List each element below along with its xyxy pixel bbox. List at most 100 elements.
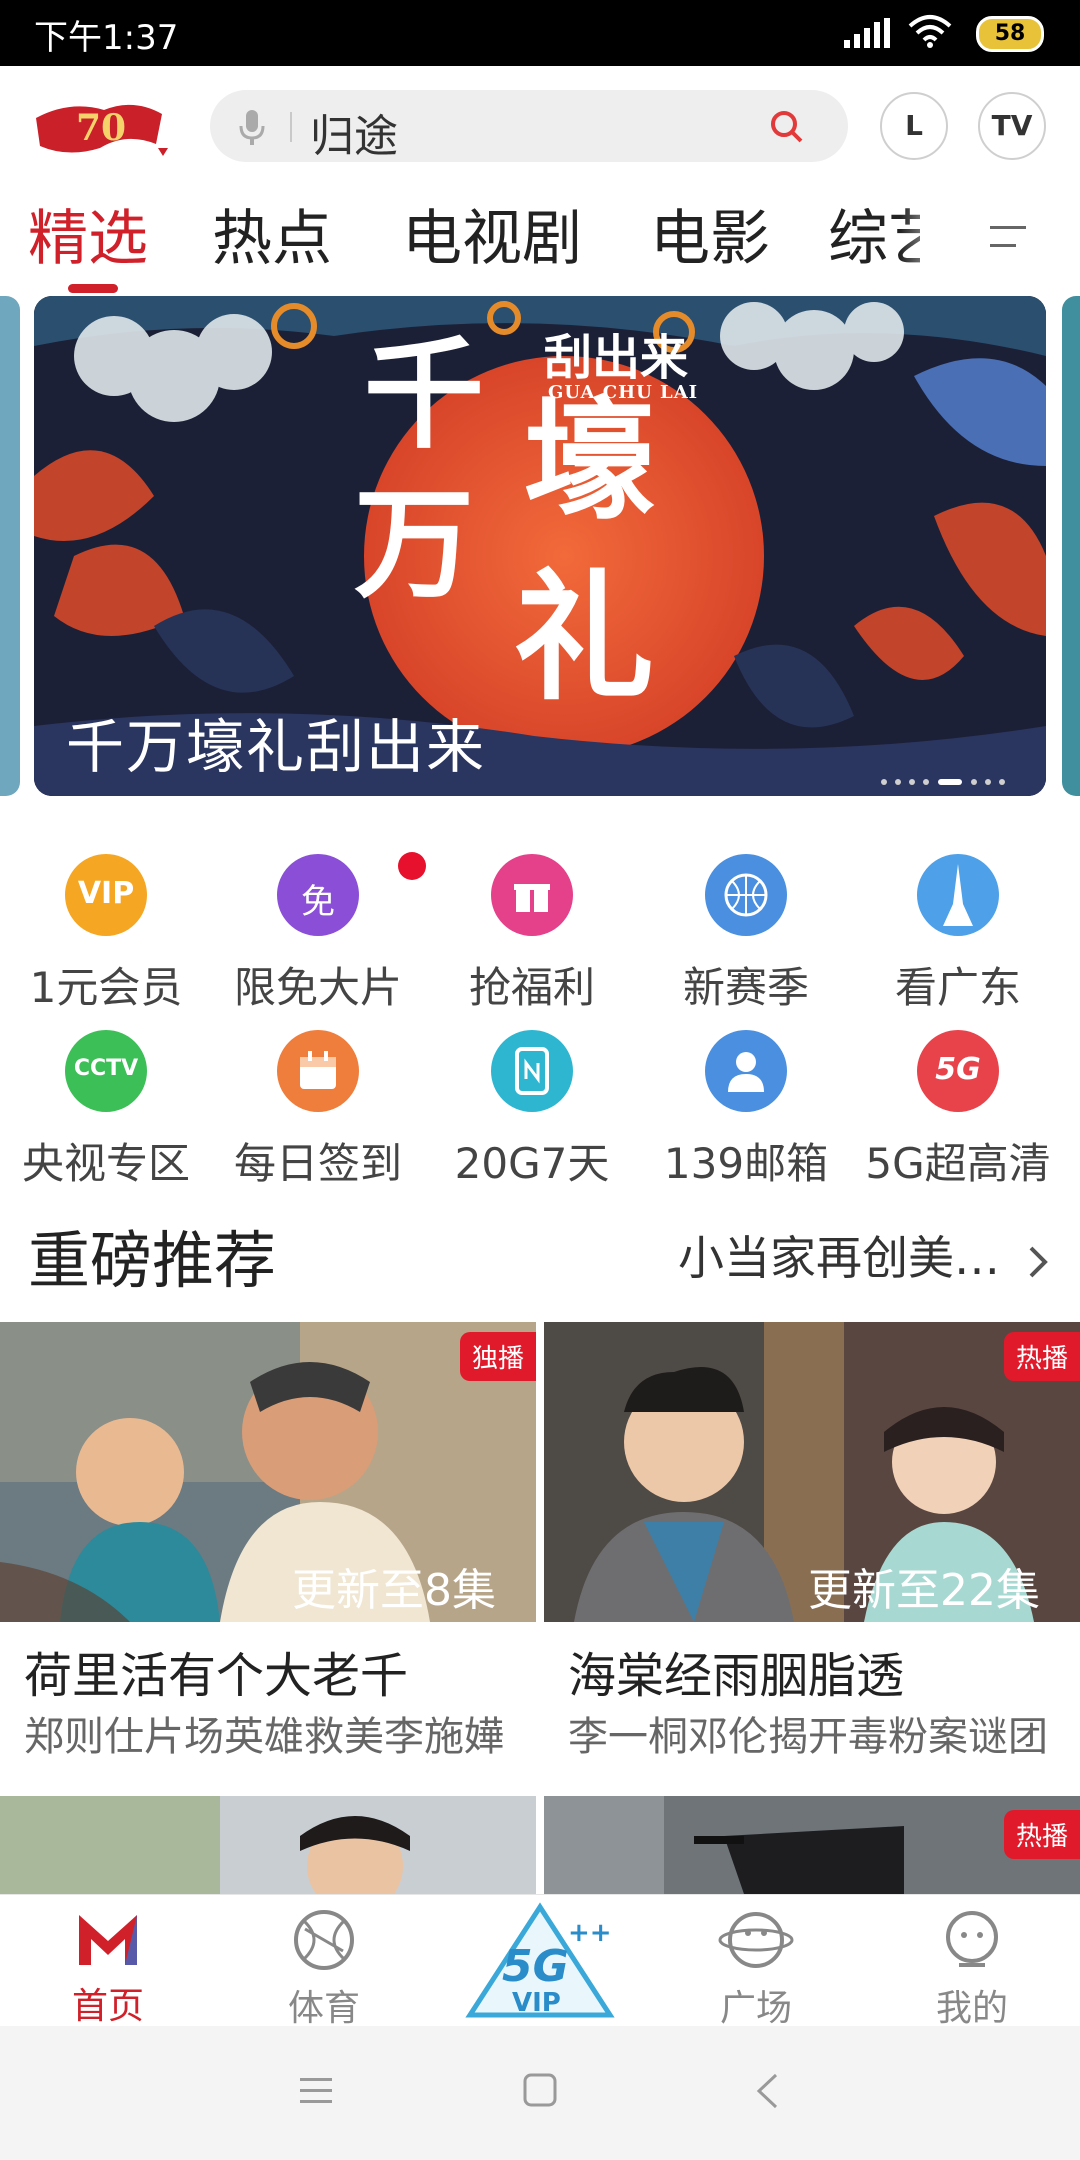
- banner-prev-peek[interactable]: [0, 296, 20, 796]
- episode-status: 更新至8集: [292, 1565, 496, 1616]
- grid-label: 5G超高清: [865, 1139, 1051, 1188]
- app-logo-icon[interactable]: 70: [30, 88, 170, 168]
- tab-featured[interactable]: 精选: [28, 190, 148, 277]
- profile-icon: [946, 1911, 998, 1967]
- nav-plaza[interactable]: 广场: [676, 1909, 836, 2031]
- nav-label: 我的: [935, 1988, 1008, 2029]
- svg-text:刮出来: 刮出来: [544, 330, 688, 386]
- tv-cast-button[interactable]: TV: [978, 92, 1046, 160]
- basketball-icon: [705, 854, 787, 936]
- 5g-vip-icon: 5G ++ VIP: [465, 1902, 615, 2018]
- battery-indicator: 58: [976, 16, 1044, 52]
- guangdong-icon: [917, 854, 999, 936]
- status-time: 下午1:37: [34, 18, 179, 58]
- video-card-thumbnail[interactable]: 热播: [544, 1796, 1080, 1894]
- tab-movie[interactable]: 电影: [650, 190, 770, 277]
- section-more-label: 小当家再创美…: [678, 1231, 1000, 1285]
- grid-item-5g-hd[interactable]: 5G 5G超高清: [858, 1030, 1058, 1191]
- vip-icon: VIP: [65, 854, 147, 936]
- video-card-thumbnail[interactable]: 热播 更新至22集: [544, 1322, 1080, 1622]
- thumbnail-art: [0, 1796, 536, 1894]
- notification-dot: [398, 852, 426, 880]
- microphone-icon[interactable]: [238, 110, 266, 146]
- video-subtitle: 李一桐邓伦揭开毒粉案谜团: [568, 1714, 1048, 1760]
- data-icon: [491, 1030, 573, 1112]
- section-more-link[interactable]: 小当家再创美…: [678, 1222, 1051, 1288]
- nav-home[interactable]: 首页: [28, 1909, 188, 2029]
- banner-caption: 千万壕礼刮出来: [66, 713, 487, 781]
- exclusive-tag: 独播: [459, 1332, 536, 1381]
- back-icon[interactable]: [754, 2072, 780, 2110]
- bottom-navigation: 首页 体育 5G ++ VIP 广场 我的: [0, 1894, 1080, 2029]
- grid-label: 央视专区: [21, 1139, 190, 1188]
- nav-profile[interactable]: 我的: [892, 1909, 1052, 2031]
- tab-hot[interactable]: 热点: [212, 190, 332, 277]
- hot-tag: 热播: [1003, 1332, 1080, 1381]
- system-navigation-bar: [0, 2026, 1080, 2160]
- svg-text:70: 70: [76, 107, 126, 149]
- grid-item-guangdong[interactable]: 看广东: [858, 854, 1058, 1015]
- nav-label: 首页: [71, 1986, 144, 2027]
- video-title[interactable]: 荷里活有个大老千: [24, 1636, 408, 1706]
- banner-pagination: [881, 779, 1005, 785]
- svg-text:万: 万: [354, 474, 474, 615]
- home-logo-icon: [79, 1915, 137, 1965]
- grid-label: 1元会员: [29, 963, 183, 1012]
- channel-menu-icon[interactable]: [986, 222, 1030, 252]
- tab-fade: [900, 182, 960, 272]
- home-button-icon[interactable]: [522, 2072, 558, 2108]
- video-card-thumbnail[interactable]: [0, 1796, 536, 1894]
- video-subtitle: 郑则仕片场英雄救美李施嬅: [24, 1714, 504, 1760]
- checkin-icon: [277, 1030, 359, 1112]
- svg-text:千: 千: [364, 324, 484, 465]
- nav-sports[interactable]: 体育: [244, 1909, 404, 2031]
- active-tab-indicator: [68, 284, 118, 293]
- search-input[interactable]: 归途: [310, 100, 398, 164]
- gift-icon: [491, 854, 573, 936]
- grid-item-checkin[interactable]: 每日签到: [218, 1030, 418, 1191]
- svg-text:++: ++: [568, 1918, 612, 1948]
- video-card-thumbnail[interactable]: 独播 更新至8集: [0, 1322, 536, 1622]
- signal-icon: [844, 18, 890, 48]
- basketball-icon: [294, 1910, 354, 1970]
- search-divider: [290, 112, 292, 142]
- search-bar[interactable]: 归途: [210, 90, 848, 162]
- recent-apps-icon[interactable]: [298, 2074, 334, 2108]
- tab-tv-series[interactable]: 电视剧: [402, 190, 582, 277]
- planet-icon: [718, 1912, 794, 1968]
- cctv-icon: CCTV: [65, 1030, 147, 1112]
- svg-text:GUA CHU LAI: GUA CHU LAI: [548, 382, 698, 403]
- grid-item-welfare[interactable]: 抢福利: [432, 854, 632, 1015]
- grid-item-data-pack[interactable]: 20G7天: [432, 1030, 632, 1191]
- episode-status: 更新至22集: [808, 1565, 1040, 1616]
- status-bar: 下午1:37 58: [0, 0, 1080, 66]
- history-button[interactable]: L: [880, 92, 948, 160]
- grid-label: 限免大片: [233, 963, 402, 1012]
- grid-label: 20G7天: [454, 1139, 610, 1188]
- grid-item-new-season[interactable]: 新赛季: [646, 854, 846, 1015]
- grid-item-vip[interactable]: VIP 1元会员: [6, 854, 206, 1015]
- svg-text:壕: 壕: [524, 384, 655, 537]
- grid-item-cctv[interactable]: CCTV 央视专区: [6, 1030, 206, 1191]
- grid-label: 139邮箱: [663, 1139, 829, 1188]
- grid-label: 每日签到: [233, 1139, 402, 1188]
- svg-text:5G: 5G: [502, 1941, 569, 1992]
- banner-next-peek[interactable]: [1062, 296, 1080, 796]
- svg-text:VIP: VIP: [512, 1988, 561, 2018]
- grid-item-free-movies[interactable]: 免 限免大片: [218, 854, 418, 1015]
- nav-label: 体育: [287, 1988, 360, 2029]
- thumbnail-art: [544, 1796, 1080, 1894]
- grid-label: 新赛季: [682, 963, 809, 1012]
- 5g-icon: 5G: [917, 1030, 999, 1112]
- section-title: 重磅推荐: [28, 1224, 277, 1297]
- search-icon[interactable]: [770, 110, 804, 144]
- nav-label: 广场: [719, 1988, 792, 2029]
- nav-5g-vip[interactable]: 5G ++ VIP: [460, 1899, 620, 2023]
- chevron-right-icon: [1029, 1246, 1048, 1277]
- free-icon: 免: [277, 854, 359, 936]
- video-title[interactable]: 海棠经雨胭脂透: [568, 1636, 904, 1706]
- svg-text:礼: 礼: [514, 556, 654, 720]
- hot-tag: 热播: [1003, 1810, 1080, 1859]
- grid-label: 看广东: [894, 963, 1021, 1012]
- grid-item-mail[interactable]: 139邮箱: [646, 1030, 846, 1191]
